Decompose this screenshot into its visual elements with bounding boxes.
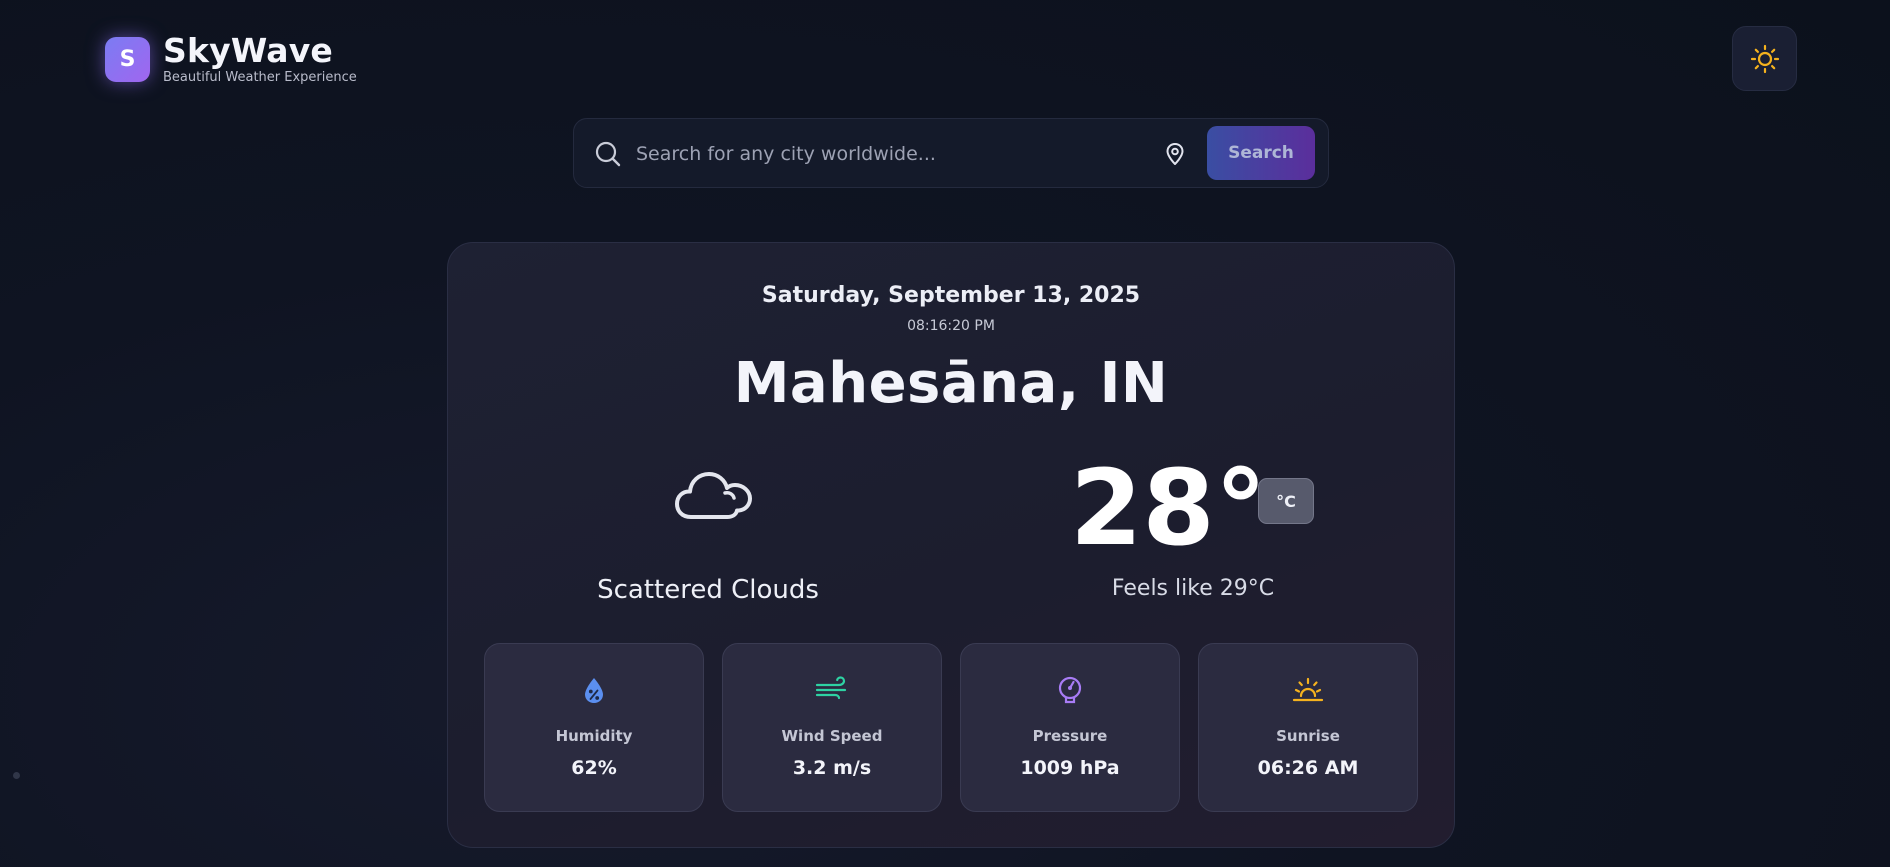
stat-card-wind-speed: Wind Speed 3.2 m/s xyxy=(722,643,942,812)
weather-condition: Scattered Clouds xyxy=(597,575,819,605)
cloud-icon xyxy=(675,472,752,519)
stat-value: 62% xyxy=(571,757,617,779)
search-button[interactable]: Search xyxy=(1207,126,1315,180)
stat-card-pressure: Pressure 1009 hPa xyxy=(960,643,1180,812)
current-time: 08:16:20 PM xyxy=(907,318,995,334)
wind-icon xyxy=(815,676,847,700)
search-input[interactable] xyxy=(636,133,1136,175)
stat-card-humidity: Humidity 62% xyxy=(484,643,704,812)
stat-card-sunrise: Sunrise 06:26 AM xyxy=(1198,643,1418,812)
weather-card: Saturday, September 13, 2025 08:16:20 PM… xyxy=(447,242,1455,848)
stats-grid: Humidity 62% Wind Speed 3.2 m/s Pressure… xyxy=(484,643,1418,812)
stat-label: Humidity xyxy=(555,727,633,745)
gauge-icon xyxy=(1058,676,1082,704)
map-pin-icon xyxy=(1166,143,1184,165)
feels-like: Feels like 29°C xyxy=(1111,576,1275,601)
brand: S SkyWave Beautiful Weather Experience xyxy=(105,34,357,85)
temperature: 28° xyxy=(1070,447,1267,569)
logo: S xyxy=(105,37,150,82)
stat-label: Pressure xyxy=(1032,727,1108,745)
stat-value: 3.2 m/s xyxy=(792,757,872,779)
stat-value: 1009 hPa xyxy=(1020,757,1120,779)
stat-label: Sunrise xyxy=(1276,727,1340,745)
app-subtitle: Beautiful Weather Experience xyxy=(163,70,357,85)
location-name: Mahesāna, IN xyxy=(733,351,1169,416)
unit-toggle-button[interactable]: °C xyxy=(1258,478,1314,524)
search-icon xyxy=(595,141,621,167)
stat-value: 06:26 AM xyxy=(1257,757,1359,779)
current-location-button[interactable] xyxy=(1160,139,1190,169)
search-bar: Search xyxy=(573,118,1329,188)
app-title: SkyWave xyxy=(163,31,334,70)
sunrise-icon xyxy=(1292,677,1324,702)
theme-toggle-button[interactable] xyxy=(1732,26,1797,91)
current-date: Saturday, September 13, 2025 xyxy=(761,283,1141,308)
humidity-drop-icon xyxy=(585,678,603,703)
background-particle xyxy=(13,772,20,779)
sun-icon xyxy=(1750,44,1779,73)
stat-label: Wind Speed xyxy=(781,727,883,745)
brand-text: SkyWave Beautiful Weather Experience xyxy=(163,31,357,86)
